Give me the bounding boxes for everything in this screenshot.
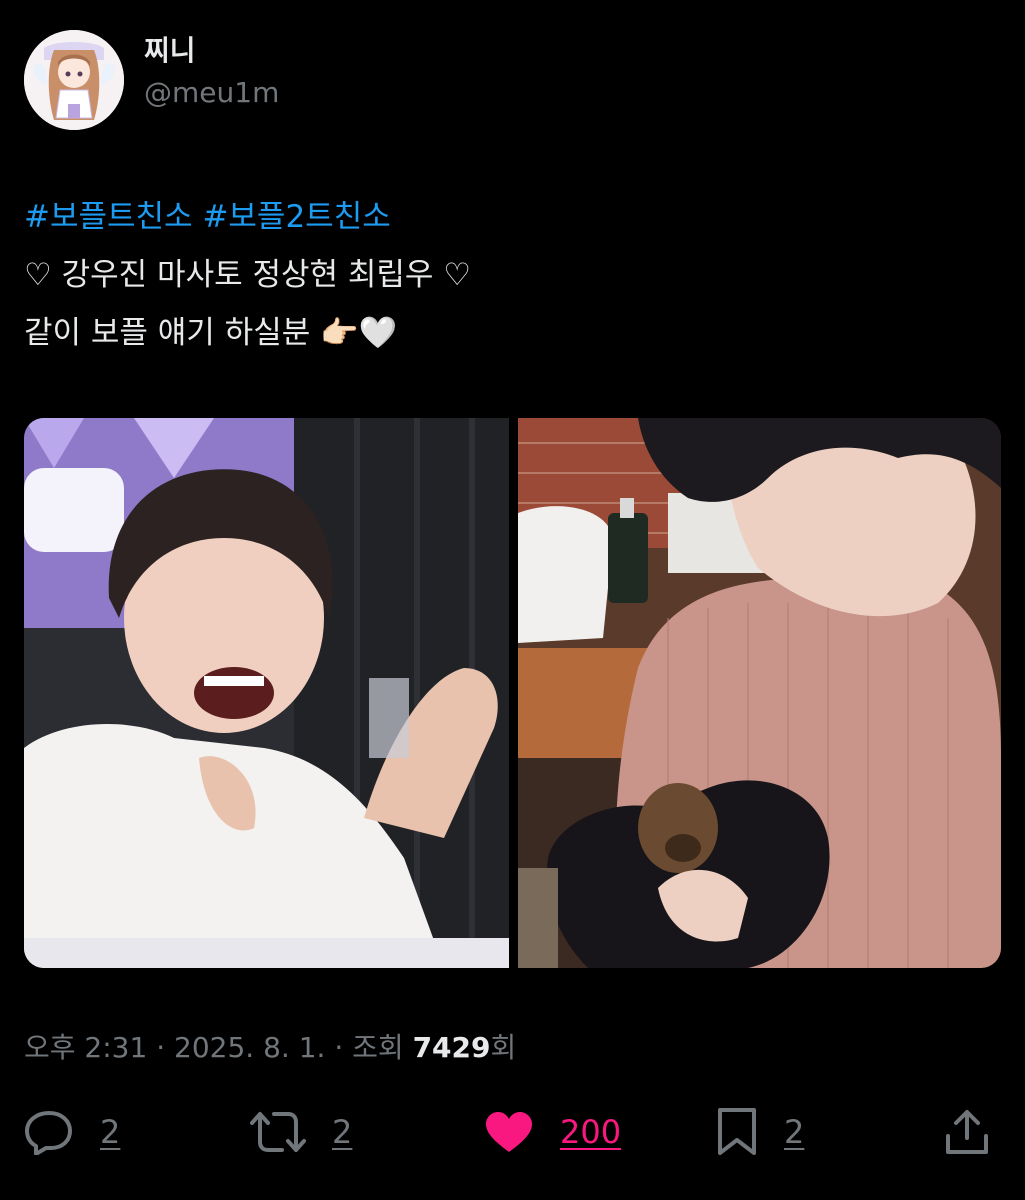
media-divider [509, 418, 518, 968]
like-button[interactable]: 200 [484, 1100, 621, 1164]
hashtag-line: #보플트친소 #보플2트친소 [24, 188, 984, 246]
views-suffix: 회 [490, 1031, 517, 1064]
user-handle[interactable]: @meu1m [144, 74, 279, 112]
photo-laughing-person [24, 418, 509, 968]
meta-separator: · [156, 1031, 166, 1064]
action-bar: 2 2 200 2 [0, 1100, 1025, 1164]
bookmark-icon [718, 1108, 756, 1155]
media-photo-right[interactable] [518, 418, 1001, 968]
reply-button[interactable]: 2 [24, 1100, 120, 1164]
meta-separator: · [334, 1031, 344, 1064]
avatar-anime-girl-icon [24, 30, 124, 130]
display-name[interactable]: 찌니 [144, 32, 279, 70]
avatar[interactable] [24, 30, 124, 130]
tweet-meta: 오후 2:31 · 2025. 8. 1. · 조회 7429회 [24, 1026, 516, 1070]
tweet-line-invite: 같이 보플 얘기 하실분 👉🏻🤍 [24, 315, 398, 351]
share-icon [946, 1110, 988, 1154]
bookmark-button[interactable]: 2 [716, 1100, 804, 1164]
views-label: 조회 [352, 1031, 404, 1064]
views-count: 7429 [412, 1031, 491, 1064]
tweet-line-members: ♡ 강우진 마사토 정상현 최립우 ♡ [24, 257, 472, 293]
retweet-button[interactable]: 2 [250, 1100, 352, 1164]
like-count[interactable]: 200 [560, 1113, 621, 1151]
tweet-date[interactable]: 2025. 8. 1. [174, 1031, 325, 1064]
photo-person-with-plush [518, 418, 1001, 968]
user-names: 찌니 @meu1m [144, 32, 279, 112]
heart-filled-icon [486, 1112, 532, 1152]
tweet-header: 찌니 @meu1m [24, 28, 279, 132]
retweet-icon [250, 1112, 306, 1152]
bookmark-count[interactable]: 2 [784, 1113, 804, 1151]
reply-icon [25, 1111, 72, 1155]
hashtag-link[interactable]: #보플2트친소 [202, 199, 390, 235]
media-photo-left[interactable] [24, 418, 509, 968]
tweet-time[interactable]: 오후 2:31 [24, 1031, 147, 1064]
retweet-count[interactable]: 2 [332, 1113, 352, 1151]
media-grid [24, 418, 1001, 968]
hashtag-link[interactable]: #보플트친소 [24, 199, 193, 235]
share-button[interactable] [944, 1100, 990, 1164]
reply-count[interactable]: 2 [100, 1113, 120, 1151]
tweet-text: #보플트친소 #보플2트친소 ♡ 강우진 마사토 정상현 최립우 ♡ 같이 보플… [24, 188, 984, 362]
